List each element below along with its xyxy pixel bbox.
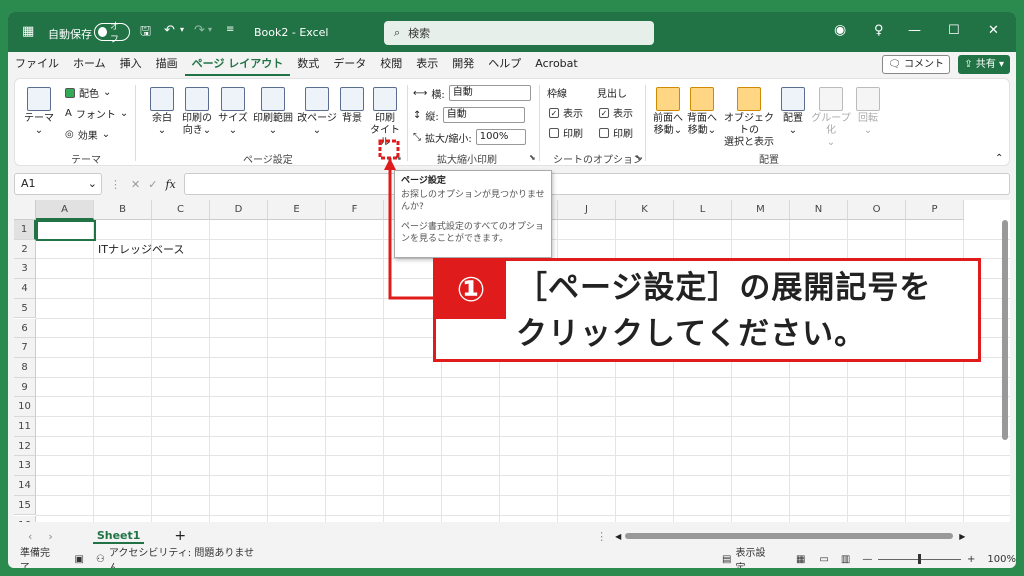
annotation-arrow-line	[388, 158, 434, 300]
instruction-callout: ① ［ページ設定］の展開記号を クリックしてください。	[433, 258, 981, 362]
step-number-badge: ①	[436, 261, 506, 319]
callout-line1: ［ページ設定］の展開記号を	[516, 270, 932, 306]
callout-line2: クリックしてください。	[516, 316, 867, 352]
launcher-highlight	[378, 139, 400, 160]
arrow-head-icon	[384, 158, 396, 170]
